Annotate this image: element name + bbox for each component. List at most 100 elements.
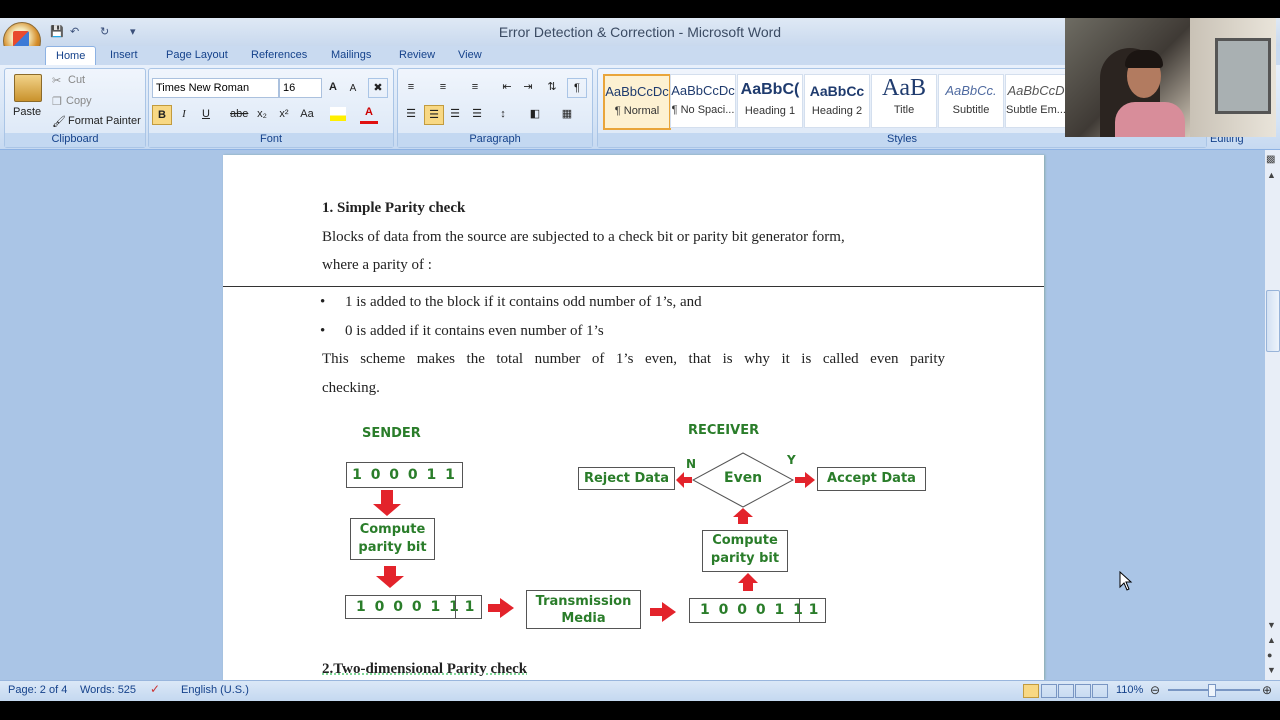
web-layout-icon[interactable]: [1058, 684, 1074, 698]
mouse-cursor-icon: [1119, 571, 1133, 591]
heading-simple-parity[interactable]: 1. Simple Parity check: [322, 200, 465, 217]
shrink-font-button[interactable]: A: [344, 80, 362, 98]
style-preview: AaBbCcD: [1007, 83, 1065, 98]
align-center-icon[interactable]: ☰: [424, 105, 444, 125]
decrease-indent-icon[interactable]: ⇤: [498, 78, 516, 96]
codeword-bits: 1 0 0 0 1 1: [356, 599, 461, 615]
scrollbar-thumb[interactable]: [1266, 290, 1280, 352]
vertical-scrollbar[interactable]: [1265, 150, 1280, 680]
style-name: Heading 2: [811, 105, 863, 117]
page-count[interactable]: Page: 2 of 4: [8, 684, 67, 696]
language-indicator[interactable]: English (U.S.): [181, 684, 249, 696]
yes-label: Y: [787, 453, 796, 467]
select-browse-object-icon[interactable]: ●: [1267, 650, 1272, 660]
save-icon[interactable]: 💾: [50, 25, 64, 38]
codeword-bits: 1 0 0 0 1 1: [700, 602, 805, 618]
tab-view[interactable]: View: [448, 46, 492, 65]
style-name: Title: [893, 104, 915, 116]
person-shirt: [1115, 102, 1185, 137]
previous-page-icon[interactable]: ▲: [1267, 635, 1276, 645]
bullet-item[interactable]: 1 is added to the block if it contains o…: [345, 294, 702, 311]
tab-review[interactable]: Review: [389, 46, 445, 65]
subscript-button[interactable]: x₂: [253, 105, 271, 123]
next-page-icon[interactable]: ▼: [1267, 665, 1276, 675]
numbering-icon[interactable]: ≡: [434, 78, 452, 96]
increase-indent-icon[interactable]: ⇥: [519, 78, 537, 96]
paragraph-line[interactable]: checking.: [322, 380, 380, 397]
paragraph-label: Paragraph: [398, 133, 592, 147]
tab-mailings[interactable]: Mailings: [321, 46, 381, 65]
font-size-select[interactable]: 16: [279, 78, 322, 98]
print-layout-icon[interactable]: [1023, 684, 1039, 698]
cut-icon[interactable]: ✂: [52, 74, 61, 87]
copy-button[interactable]: Copy: [66, 95, 92, 107]
paragraph-line[interactable]: where a parity of :: [322, 257, 432, 274]
font-family-select[interactable]: Times New Roman: [152, 78, 279, 98]
bullets-icon[interactable]: ≡: [402, 78, 420, 96]
heading-two-dimensional[interactable]: 2.Two-dimensional Parity check: [322, 661, 527, 678]
arrow-right-2: [650, 602, 676, 622]
paste-button[interactable]: Paste: [13, 106, 41, 118]
qat-customize-icon[interactable]: ▾: [130, 25, 144, 38]
format-painter-button[interactable]: Format Painter: [68, 115, 141, 127]
show-formatting-button[interactable]: ¶: [567, 78, 587, 98]
scroll-down-icon[interactable]: ▼: [1267, 620, 1276, 630]
bullet-item[interactable]: 0 is added if it contains even number of…: [345, 323, 604, 340]
zoom-slider-thumb[interactable]: [1208, 684, 1216, 697]
style-heading-1[interactable]: AaBbC( Heading 1: [737, 74, 803, 128]
zoom-level[interactable]: 110%: [1116, 684, 1143, 696]
style-normal[interactable]: AaBbCcDc ¶ Normal: [603, 74, 671, 130]
bullet-dot: •: [320, 323, 326, 339]
tab-home[interactable]: Home: [45, 46, 97, 66]
no-label: N: [686, 457, 697, 471]
underline-button[interactable]: U: [197, 105, 215, 123]
tab-page-layout[interactable]: Page Layout: [156, 46, 238, 65]
style-preview: AaB: [882, 75, 926, 101]
paragraph-line[interactable]: Blocks of data from the source are subje…: [322, 229, 845, 246]
draft-view-icon[interactable]: [1092, 684, 1108, 698]
line-spacing-icon[interactable]: ↕: [494, 105, 512, 123]
strikethrough-button[interactable]: abe: [230, 105, 248, 123]
outline-view-icon[interactable]: [1075, 684, 1091, 698]
font-color-button[interactable]: A: [360, 103, 378, 124]
align-left-icon[interactable]: ☰: [402, 105, 420, 123]
receiver-label: RECEIVER: [688, 423, 760, 438]
change-case-button[interactable]: Aa: [298, 105, 316, 123]
word-count[interactable]: Words: 525: [80, 684, 136, 696]
clear-format-icon[interactable]: ✖: [368, 78, 388, 98]
style-preview: AaBbCcDc: [671, 83, 735, 98]
multilevel-list-icon[interactable]: ≡: [466, 78, 484, 96]
style-preview: AaBbCc: [809, 83, 865, 99]
format-painter-icon[interactable]: 🖌: [52, 115, 66, 128]
paragraph-line[interactable]: This scheme makes the total number of 1’…: [322, 351, 945, 368]
ruler-toggle-icon[interactable]: ▩: [1266, 154, 1275, 165]
justify-icon[interactable]: ☰: [468, 105, 486, 123]
style-name: Heading 1: [744, 105, 796, 117]
cut-button[interactable]: Cut: [68, 74, 85, 86]
italic-button[interactable]: I: [175, 105, 193, 123]
proofing-icon[interactable]: ✓: [150, 682, 160, 696]
paste-icon[interactable]: [14, 74, 42, 102]
style-no-spacing[interactable]: AaBbCcDc ¶ No Spaci...: [670, 74, 736, 128]
undo-icon[interactable]: ↶: [70, 25, 84, 38]
highlight-icon[interactable]: [330, 107, 346, 121]
superscript-button[interactable]: x²: [275, 105, 293, 123]
full-screen-reading-icon[interactable]: [1041, 684, 1057, 698]
style-heading-2[interactable]: AaBbCc Heading 2: [804, 74, 870, 128]
zoom-out-icon[interactable]: ⊖: [1150, 683, 1160, 697]
scroll-up-icon[interactable]: ▲: [1267, 170, 1276, 180]
bold-button[interactable]: B: [152, 105, 172, 125]
tab-insert[interactable]: Insert: [100, 46, 148, 65]
zoom-in-icon[interactable]: ⊕: [1262, 683, 1272, 697]
borders-icon[interactable]: ▦: [558, 105, 576, 123]
redo-icon[interactable]: ↻: [100, 25, 114, 38]
align-right-icon[interactable]: ☰: [446, 105, 464, 123]
style-title[interactable]: AaB Title: [871, 74, 937, 128]
style-subtle-emphasis[interactable]: AaBbCcD Subtle Em...: [1005, 74, 1067, 128]
grow-font-button[interactable]: A: [324, 78, 342, 96]
tab-references[interactable]: References: [241, 46, 317, 65]
sort-icon[interactable]: ⇅: [543, 78, 561, 96]
copy-icon[interactable]: ❐: [52, 95, 62, 108]
style-subtitle[interactable]: AaBbCc. Subtitle: [938, 74, 1004, 128]
shading-icon[interactable]: ◧: [526, 105, 544, 123]
